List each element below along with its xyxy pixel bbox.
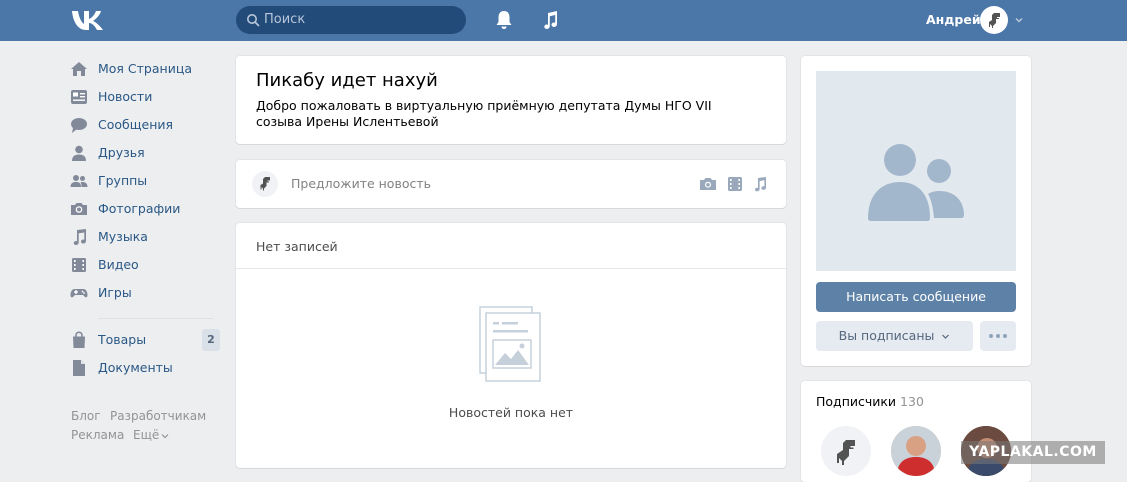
- sidebar-item-photos[interactable]: Фотографии: [70, 198, 220, 220]
- document-icon: [73, 360, 85, 376]
- search-input[interactable]: Поиск: [264, 11, 305, 29]
- music-player-icon[interactable]: [541, 10, 559, 30]
- sidebar-item-label: Игры: [98, 285, 132, 300]
- sidebar-item-label: Сообщения: [98, 117, 174, 132]
- subscribers-title: Подписчики: [816, 394, 897, 409]
- sidebar-item-news[interactable]: Новости: [70, 86, 220, 108]
- subscriber-avatar[interactable]: [891, 426, 941, 476]
- user-avatar[interactable]: [980, 6, 1008, 34]
- music-note-icon[interactable]: [751, 176, 769, 192]
- notifications-bell-icon[interactable]: [495, 10, 513, 30]
- goods-count-badge: 2: [202, 329, 220, 351]
- group-avatar[interactable]: [816, 71, 1016, 271]
- vk-logo-icon[interactable]: [71, 9, 105, 31]
- page-info-card: Пикабу идет нахуй Добро пожаловать в вир…: [236, 56, 786, 144]
- subscribers-card: Подписчики 130: [801, 381, 1031, 482]
- sidebar-divider: [98, 318, 213, 319]
- sidebar-item-goods[interactable]: Товары 2: [70, 329, 220, 351]
- sidebar-item-documents[interactable]: Документы: [70, 357, 220, 379]
- subscribers-header[interactable]: Подписчики 130: [816, 394, 924, 409]
- sidebar-item-video[interactable]: Видео: [70, 254, 220, 276]
- home-icon: [71, 62, 87, 76]
- group-card: Написать сообщение Вы подписаны: [801, 56, 1031, 366]
- sidebar-item-label: Документы: [98, 360, 173, 375]
- search-icon: [247, 14, 260, 27]
- sidebar-item-label: Моя Страница: [98, 61, 192, 76]
- more-dots-icon: [989, 334, 1007, 338]
- sidebar-item-music[interactable]: Музыка: [70, 226, 220, 248]
- write-message-button[interactable]: Написать сообщение: [816, 282, 1016, 312]
- news-icon: [71, 90, 87, 104]
- sidebar-item-label: Товары: [98, 332, 147, 347]
- wall-tab[interactable]: Нет записей: [256, 239, 338, 254]
- sidebar-item-my-page[interactable]: Моя Страница: [70, 58, 220, 80]
- suggest-post-input[interactable]: Предложите новость: [291, 176, 431, 191]
- more-actions-button[interactable]: [980, 321, 1016, 351]
- empty-feed-icon: [479, 306, 541, 382]
- chevron-down-icon[interactable]: [1014, 15, 1024, 25]
- sidebar-item-games[interactable]: Игры: [70, 282, 220, 304]
- photos-icon: [71, 203, 87, 215]
- friends-icon: [72, 145, 86, 161]
- footer-link-ads[interactable]: Реклама: [71, 428, 124, 442]
- sidebar-item-label: Группы: [98, 173, 148, 188]
- camera-icon[interactable]: [699, 176, 717, 192]
- user-name[interactable]: Андрей: [926, 12, 981, 27]
- wall-divider: [236, 268, 786, 269]
- sidebar-item-label: Друзья: [98, 145, 145, 160]
- games-icon: [70, 289, 88, 298]
- sidebar-item-label: Музыка: [98, 229, 148, 244]
- footer-link-blog[interactable]: Блог: [71, 409, 101, 423]
- empty-feed-text: Новостей пока нет: [448, 405, 574, 420]
- subscribed-dropdown-button[interactable]: Вы подписаны: [816, 321, 973, 351]
- footer-link-developers[interactable]: Разработчикам: [110, 409, 206, 423]
- video-icon[interactable]: [726, 176, 744, 192]
- subscriber-avatar[interactable]: [821, 426, 871, 476]
- footer-link-more[interactable]: Ещё: [133, 428, 159, 442]
- wall-card: Нет записей Новостей пока нет: [236, 223, 786, 468]
- video-icon: [72, 258, 86, 272]
- music-icon: [73, 229, 86, 245]
- groups-icon: [70, 175, 88, 187]
- sidebar-item-messages[interactable]: Сообщения: [70, 114, 220, 136]
- chevron-down-icon[interactable]: [161, 432, 169, 440]
- page-title: Пикабу идет нахуй: [256, 70, 438, 91]
- subscribed-label: Вы подписаны: [838, 328, 935, 343]
- sidebar-item-groups[interactable]: Группы: [70, 170, 220, 192]
- watermark: YAPLAKAL.COM: [961, 441, 1105, 464]
- suggest-post-card[interactable]: Предложите новость: [236, 160, 786, 208]
- sidebar-item-label: Видео: [98, 257, 139, 272]
- search-box[interactable]: Поиск: [236, 6, 466, 34]
- page-status: Добро пожаловать в виртуальную приёмную …: [256, 98, 712, 129]
- sidebar-item-label: Фотографии: [98, 201, 181, 216]
- top-bar: Поиск Андрей: [0, 0, 1127, 41]
- sidebar-item-label: Новости: [98, 89, 153, 104]
- messages-icon: [71, 118, 87, 133]
- subscribers-count: 130: [900, 394, 924, 409]
- sidebar-item-friends[interactable]: Друзья: [70, 142, 220, 164]
- composer-avatar: [252, 171, 278, 197]
- bag-icon: [73, 331, 85, 348]
- chevron-down-icon: [942, 334, 950, 339]
